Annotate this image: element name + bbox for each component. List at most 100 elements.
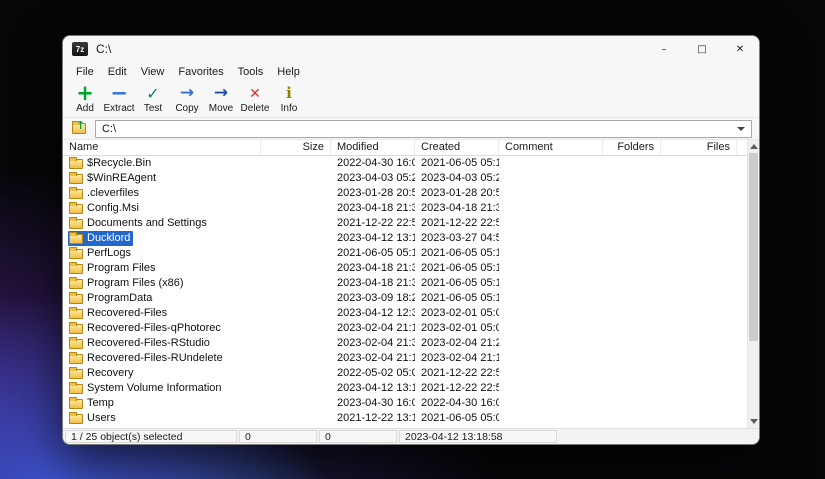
info-button[interactable]: i Info [272, 82, 306, 116]
column-header-created[interactable]: Created [415, 140, 499, 155]
file-cell-modified: 2023-04-30 16:03 [331, 396, 415, 411]
move-icon: → [214, 84, 228, 103]
file-cell-name: Temp [63, 396, 261, 411]
close-button[interactable]: ✕ [721, 36, 759, 62]
folder-up-icon [72, 123, 86, 134]
file-row[interactable]: PerfLogs 2021-06-05 05:10 2021-06-05 05:… [63, 246, 759, 261]
column-header-name[interactable]: Name [63, 140, 261, 155]
file-row[interactable]: Documents and Settings 2021-12-22 22:59 … [63, 216, 759, 231]
menu-view[interactable]: View [134, 64, 172, 80]
menu-favorites[interactable]: Favorites [171, 64, 230, 80]
maximize-button[interactable]: □ [683, 36, 721, 62]
extract-button-label: Extract [103, 103, 134, 114]
file-cell-modified: 2023-04-12 13:18 [331, 231, 415, 246]
file-cell-name: Users [63, 411, 261, 426]
file-cell-created: 2023-02-04 21:11 [415, 351, 499, 366]
folder-icon [69, 294, 83, 304]
column-header-size[interactable]: Size [261, 140, 331, 155]
file-row[interactable]: Config.Msi 2023-04-18 21:38 2023-04-18 2… [63, 201, 759, 216]
file-name-label: Recovered-Files-qPhotorec [87, 321, 221, 336]
status-bar: 1 / 25 object(s) selected 0 0 2023-04-12… [63, 428, 759, 444]
file-row[interactable]: Users 2021-12-22 13:10 2021-06-05 05:01 [63, 411, 759, 426]
file-cell-name: PerfLogs [63, 246, 261, 261]
info-icon: i [286, 84, 292, 103]
folder-icon [69, 264, 83, 274]
toolbar: + Add − Extract ✓ Test → Copy → Move ✕ D… [63, 81, 759, 118]
test-button[interactable]: ✓ Test [136, 82, 170, 116]
file-row[interactable]: Recovery 2022-05-02 05:03 2021-12-22 22:… [63, 366, 759, 381]
file-list: $Recycle.Bin 2022-04-30 16:00 2021-06-05… [63, 156, 759, 426]
status-value-2: 0 [319, 430, 397, 443]
file-cell-created: 2021-06-05 05:10 [415, 156, 499, 171]
file-cell-modified: 2023-04-12 12:39 [331, 306, 415, 321]
column-header-modified[interactable]: Modified [331, 140, 415, 155]
column-header-row: Name Size Modified Created Comment Folde… [63, 140, 747, 156]
delete-button[interactable]: ✕ Delete [238, 82, 272, 116]
menu-bar: File Edit View Favorites Tools Help [63, 62, 759, 81]
menu-tools[interactable]: Tools [231, 64, 271, 80]
file-row[interactable]: ProgramData 2023-03-09 18:20 2021-06-05 … [63, 291, 759, 306]
file-row[interactable]: Temp 2023-04-30 16:03 2022-04-30 16:03 [63, 396, 759, 411]
file-name-wrap: ProgramData [68, 291, 155, 306]
file-name-label: Recovered-Files [87, 306, 167, 321]
copy-button[interactable]: → Copy [170, 82, 204, 116]
address-path: C:\ [102, 123, 116, 135]
file-name-wrap: Documents and Settings [68, 216, 210, 231]
file-cell-name: System Volume Information [63, 381, 261, 396]
file-cell-name: $WinREAgent [63, 171, 261, 186]
scrollbar-thumb[interactable] [749, 153, 758, 341]
minimize-button[interactable]: – [645, 36, 683, 62]
file-cell-modified: 2023-02-04 21:30 [331, 336, 415, 351]
add-button[interactable]: + Add [68, 82, 102, 116]
copy-icon: → [180, 84, 194, 103]
column-header-comment[interactable]: Comment [499, 140, 603, 155]
file-row[interactable]: $WinREAgent 2023-04-03 05:27 2023-04-03 … [63, 171, 759, 186]
file-name-label: Program Files [87, 261, 155, 276]
menu-edit[interactable]: Edit [101, 64, 134, 80]
menu-help[interactable]: Help [270, 64, 307, 80]
file-row[interactable]: Recovered-Files-RStudio 2023-02-04 21:30… [63, 336, 759, 351]
add-icon: + [76, 84, 94, 103]
file-row[interactable]: System Volume Information 2023-04-12 13:… [63, 381, 759, 396]
file-cell-created: 2021-06-05 05:10 [415, 276, 499, 291]
file-cell-created: 2023-02-01 05:06 [415, 321, 499, 336]
folder-icon [69, 354, 83, 364]
move-button[interactable]: → Move [204, 82, 238, 116]
file-row[interactable]: Program Files 2023-04-18 21:38 2021-06-0… [63, 261, 759, 276]
folder-icon [69, 159, 83, 169]
address-combobox[interactable]: C:\ [95, 120, 752, 138]
folder-up-button[interactable] [69, 120, 89, 138]
copy-button-label: Copy [175, 103, 198, 114]
file-name-wrap: $WinREAgent [68, 171, 159, 186]
extract-button[interactable]: − Extract [102, 82, 136, 116]
file-cell-created: 2021-12-22 22:57 [415, 381, 499, 396]
column-header-files[interactable]: Files [661, 140, 737, 155]
file-row[interactable]: Recovered-Files-RUndelete 2023-02-04 21:… [63, 351, 759, 366]
vertical-scrollbar[interactable] [747, 140, 759, 428]
scroll-down-arrow-icon[interactable] [748, 415, 759, 428]
file-row[interactable]: Program Files (x86) 2023-04-18 21:37 202… [63, 276, 759, 291]
file-cell-created: 2023-02-01 05:01 [415, 306, 499, 321]
column-header-folders[interactable]: Folders [603, 140, 661, 155]
menu-file[interactable]: File [69, 64, 101, 80]
move-button-label: Move [209, 103, 233, 114]
file-cell-name: Recovered-Files-qPhotorec [63, 321, 261, 336]
folder-icon [69, 399, 83, 409]
file-name-wrap: System Volume Information [68, 381, 225, 396]
status-selection: 1 / 25 object(s) selected [65, 430, 237, 443]
file-name-wrap: Program Files (x86) [68, 276, 187, 291]
dropdown-chevron-icon[interactable] [737, 127, 745, 131]
title-bar[interactable]: 7z C:\ – □ ✕ [63, 36, 759, 62]
info-button-label: Info [281, 103, 298, 114]
file-row[interactable]: Ducklord 2023-04-12 13:18 2023-03-27 04:… [63, 231, 759, 246]
test-button-label: Test [144, 103, 162, 114]
file-cell-name: Program Files (x86) [63, 276, 261, 291]
window-title: C:\ [96, 42, 111, 56]
file-row[interactable]: .cleverfiles 2023-01-28 20:53 2023-01-28… [63, 186, 759, 201]
scroll-up-arrow-icon[interactable] [748, 140, 759, 153]
file-row[interactable]: Recovered-Files 2023-04-12 12:39 2023-02… [63, 306, 759, 321]
file-cell-name: Config.Msi [63, 201, 261, 216]
file-row[interactable]: Recovered-Files-qPhotorec 2023-02-04 21:… [63, 321, 759, 336]
file-name-wrap: Users [68, 411, 119, 426]
file-row[interactable]: $Recycle.Bin 2022-04-30 16:00 2021-06-05… [63, 156, 759, 171]
